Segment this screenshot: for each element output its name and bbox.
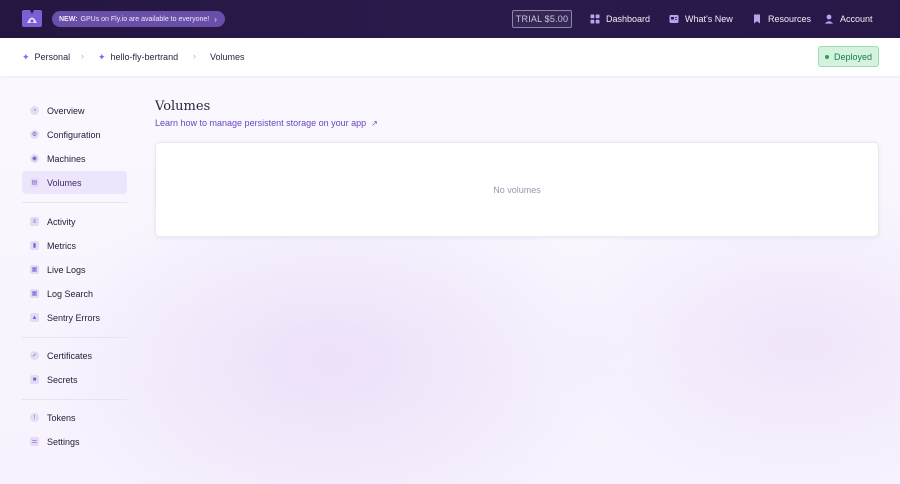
sidebar-item-live-logs[interactable]: ▦ Live Logs [22, 258, 127, 281]
nav-account-label: Account [840, 14, 873, 24]
promo-text: GPUs on Fly.io are available to everyone… [80, 15, 210, 23]
volumes-panel: No volumes [155, 142, 879, 237]
sentry-icon: ▲ [30, 313, 39, 322]
nav-dashboard[interactable]: Dashboard [590, 12, 650, 26]
bookmark-icon [754, 14, 760, 24]
log-search-icon: ▦ [30, 289, 39, 298]
sidebar-item-label: Live Logs [47, 264, 86, 275]
token-icon: ! [30, 413, 39, 422]
sidebar-item-label: Sentry Errors [47, 312, 101, 323]
lock-icon: ■ [30, 375, 39, 384]
sidebar-item-certificates[interactable]: ✓ Certificates [22, 344, 127, 367]
sidebar-item-label: Tokens [47, 412, 76, 423]
breadcrumb: ✦ Personal › ✦ hello-fly-bertrand › Volu… [0, 38, 900, 76]
sidebar-item-label: Volumes [47, 177, 82, 188]
status-dot-icon [824, 54, 829, 59]
top-navbar: NEW: GPUs on Fly.io are available to eve… [0, 0, 900, 38]
breadcrumb-current-label: Volumes [210, 52, 245, 62]
breadcrumb-separator: › [81, 51, 84, 61]
trial-credit-badge[interactable]: TRIAL $5.00 [512, 10, 572, 28]
sidebar-item-secrets[interactable]: ■ Secrets [22, 368, 127, 391]
sidebar-item-label: Overview [47, 105, 85, 116]
overview-icon: ◔ [30, 106, 39, 115]
certificate-icon: ✓ [30, 351, 39, 360]
sidebar-divider [22, 202, 127, 203]
promo-tag: NEW: [59, 15, 78, 23]
breadcrumb-app[interactable]: ✦ hello-fly-bertrand [98, 51, 178, 63]
breadcrumb-app-label: hello-fly-bertrand [110, 52, 179, 62]
docs-link[interactable]: Learn how to manage persistent storage o… [155, 118, 378, 128]
app-icon: ✦ [98, 51, 106, 62]
sidebar-item-label: Activity [47, 216, 76, 227]
news-icon [669, 15, 679, 23]
breadcrumb-separator: › [193, 51, 196, 61]
sidebar-item-label: Secrets [47, 374, 78, 385]
promo-banner[interactable]: NEW: GPUs on Fly.io are available to eve… [52, 11, 225, 27]
metrics-icon: ▮ [30, 241, 39, 250]
sidebar-item-overview[interactable]: ◔ Overview [22, 99, 127, 122]
activity-icon: ≡ [30, 217, 39, 226]
chevron-right-icon: › [214, 14, 217, 24]
sidebar-divider [22, 399, 127, 400]
empty-state-message: No volumes [493, 184, 541, 195]
nav-whats-new-label: What's New [685, 14, 733, 24]
machine-icon: ◉ [30, 154, 39, 163]
user-icon [824, 14, 834, 24]
sidebar-item-metrics[interactable]: ▮ Metrics [22, 234, 127, 257]
sidebar-item-label: Metrics [47, 240, 76, 251]
sidebar-item-label: Configuration [47, 129, 101, 140]
sidebar-item-label: Machines [47, 153, 86, 164]
page-title: Volumes [155, 99, 211, 114]
nav-dashboard-label: Dashboard [606, 14, 651, 24]
nav-resources-label: Resources [768, 14, 812, 24]
sidebar-divider [22, 337, 127, 338]
sidebar-item-machines[interactable]: ◉ Machines [22, 147, 127, 170]
sidebar-item-label: Log Search [47, 288, 94, 299]
sidebar-item-tokens[interactable]: ! Tokens [22, 406, 127, 429]
sidebar-item-settings[interactable]: ⚌ Settings [22, 430, 127, 453]
organization-icon: ✦ [22, 51, 30, 62]
nav-account[interactable]: Account [824, 12, 873, 26]
sidebar-item-configuration[interactable]: ⚙ Configuration [22, 123, 127, 146]
breadcrumb-personal-label: Personal [34, 52, 71, 62]
external-link-icon: ↗ [371, 118, 378, 128]
status-badge-label: Deployed [833, 51, 873, 62]
breadcrumb-personal[interactable]: ✦ Personal [22, 51, 70, 63]
sidebar-item-log-search[interactable]: ▦ Log Search [22, 282, 127, 305]
gear-icon: ⚙ [30, 130, 39, 139]
nav-whats-new[interactable]: What's New [669, 12, 733, 26]
volume-icon: ▤ [30, 178, 39, 187]
sidebar-item-label: Settings [47, 436, 80, 447]
breadcrumb-current: Volumes [210, 51, 245, 63]
settings-icon: ⚌ [30, 437, 39, 446]
sidebar-item-volumes[interactable]: ▤ Volumes [22, 171, 127, 194]
fly-logo-icon[interactable] [21, 8, 43, 28]
docs-link-label: Learn how to manage persistent storage o… [155, 118, 367, 128]
logs-icon: ▦ [30, 265, 39, 274]
sidebar-item-label: Certificates [47, 350, 93, 361]
nav-resources[interactable]: Resources [752, 12, 811, 26]
sidebar-item-sentry-errors[interactable]: ▲ Sentry Errors [22, 306, 127, 329]
status-badge[interactable]: Deployed [818, 46, 879, 67]
dashboard-icon [590, 14, 600, 24]
sidebar-item-activity[interactable]: ≡ Activity [22, 210, 127, 233]
